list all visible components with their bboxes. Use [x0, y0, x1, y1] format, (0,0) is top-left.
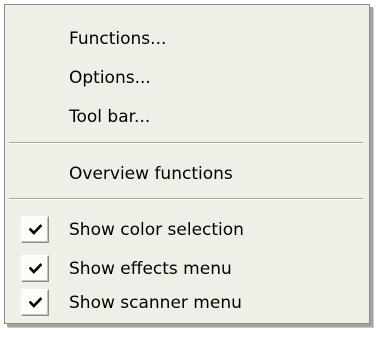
menu-item-label: Show scanner menu	[69, 293, 242, 313]
checkbox-indicator	[21, 216, 49, 243]
context-menu: Functions... Options... Tool bar... Over…	[4, 4, 370, 324]
checkmark-icon	[29, 297, 42, 308]
menu-separator	[9, 142, 363, 144]
menu-item-label: Overview functions	[69, 164, 233, 184]
checkmark-icon	[29, 263, 42, 274]
menu-item-show-effects-menu[interactable]: Show effects menu	[5, 252, 369, 286]
menu-item-label: Show effects menu	[69, 259, 232, 279]
menu-separator	[9, 198, 363, 200]
checkmark-icon	[29, 224, 42, 235]
checkbox-indicator	[21, 255, 49, 282]
menu-item-overview-functions[interactable]: Overview functions	[5, 157, 369, 191]
menu-item-show-color-selection[interactable]: Show color selection	[5, 213, 369, 247]
menu-item-label: Functions...	[69, 29, 167, 49]
menu-item-label: Options...	[69, 68, 151, 88]
menu-item-options[interactable]: Options...	[5, 61, 369, 95]
menu-item-tool-bar[interactable]: Tool bar...	[5, 100, 369, 134]
menu-item-label: Tool bar...	[69, 107, 151, 127]
menu-item-show-scanner-menu[interactable]: Show scanner menu	[5, 286, 369, 320]
checkbox-indicator	[21, 289, 49, 316]
menu-item-functions[interactable]: Functions...	[5, 22, 369, 56]
menu-item-label: Show color selection	[69, 220, 244, 240]
